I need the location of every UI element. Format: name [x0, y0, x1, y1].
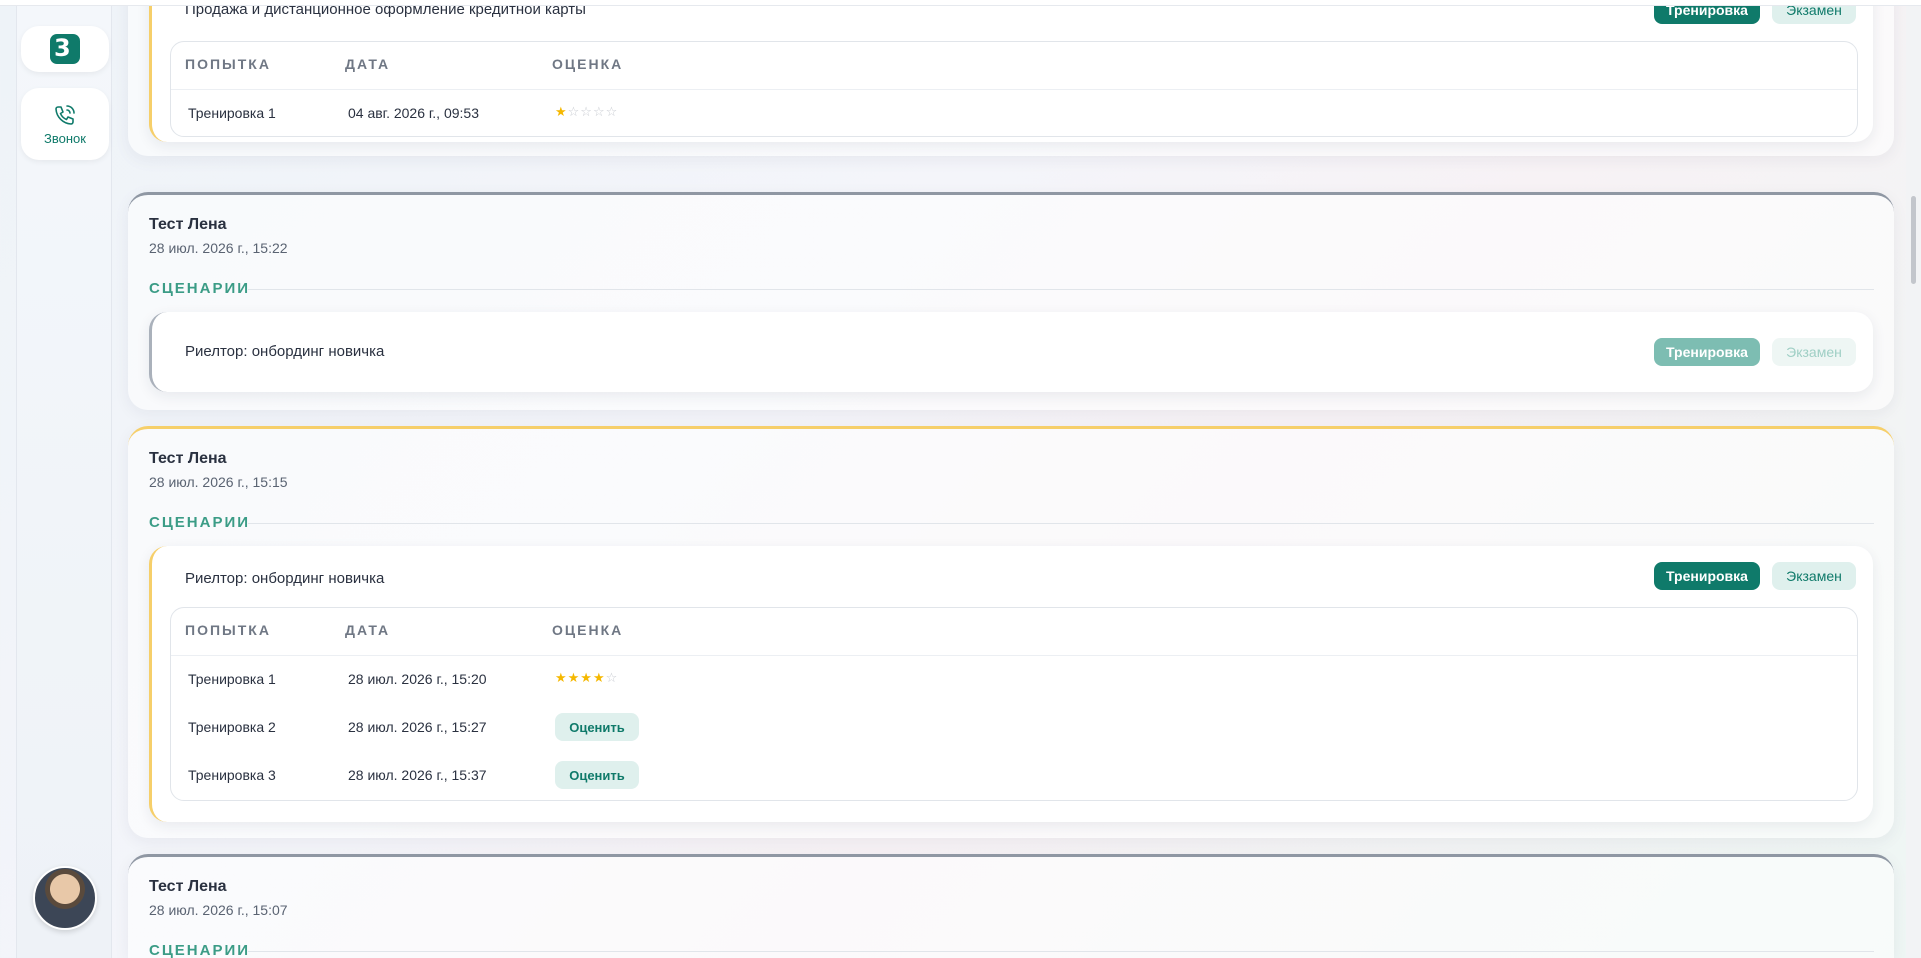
rating-stars: ★☆☆☆☆ [555, 105, 619, 120]
exam-button[interactable]: Экзамен [1772, 338, 1856, 366]
attempts-table: ПОПЫТКА ДАТА ОЦЕНКА Тренировка 1 28 июл.… [170, 607, 1858, 801]
section-divider [248, 289, 1874, 290]
attempt-name[interactable]: Тренировка 3 [188, 767, 276, 783]
session-card: Тест Лена 28 июл. 2026 г., 15:22 СЦЕНАРИ… [128, 192, 1894, 410]
col-date: ДАТА [345, 622, 391, 638]
call-button[interactable]: Звонок [21, 88, 109, 160]
col-attempt: ПОПЫТКА [185, 56, 271, 72]
section-divider [248, 951, 1874, 952]
section-title: СЦЕНАРИИ [149, 280, 251, 297]
session-title: Тест Лена [149, 450, 227, 467]
rate-button[interactable]: Оценить [555, 761, 639, 789]
attempt-date: 28 июл. 2026 г., 15:37 [348, 767, 487, 783]
logo-button[interactable]: 3 [21, 26, 109, 72]
attempt-name[interactable]: Тренировка 1 [188, 105, 276, 121]
call-label: Звонок [44, 130, 86, 146]
session-card: Тест Лена 28 июл. 2026 г., 15:07 СЦЕНАРИ… [128, 854, 1894, 958]
col-rating: ОЦЕНКА [552, 56, 624, 72]
scenario-name: Риелтор: онбординг новичка [185, 343, 385, 360]
col-attempt: ПОПЫТКА [185, 622, 271, 638]
section-title: СЦЕНАРИИ [149, 514, 251, 531]
session-title: Тест Лена [149, 878, 227, 895]
logo-icon: 3 [50, 34, 80, 64]
header-divider [171, 655, 1857, 656]
attempt-date: 28 июл. 2026 г., 15:20 [348, 671, 487, 687]
training-button[interactable]: Тренировка [1654, 338, 1760, 366]
scenario-block: Риелтор: онбординг новичка Тренировка Эк… [149, 312, 1873, 392]
session-date: 28 июл. 2026 г., 15:07 [149, 902, 288, 918]
attempt-name[interactable]: Тренировка 1 [188, 671, 276, 687]
scrollbar-thumb[interactable] [1911, 196, 1916, 284]
session-date: 28 июл. 2026 г., 15:22 [149, 240, 288, 256]
rate-button[interactable]: Оценить [555, 713, 639, 741]
user-avatar[interactable] [33, 866, 97, 930]
attempt-name[interactable]: Тренировка 2 [188, 719, 276, 735]
phone-icon [55, 104, 75, 125]
page-scrollbar[interactable] [1906, 6, 1921, 958]
attempt-date: 04 авг. 2026 г., 09:53 [348, 105, 479, 121]
scenario-name: Риелтор: онбординг новичка [185, 570, 385, 587]
training-button[interactable]: Тренировка [1654, 562, 1760, 590]
session-title: Тест Лена [149, 216, 227, 233]
scenario-block: Продажа и дистанционное оформление креди… [149, 0, 1873, 142]
top-border [0, 0, 1921, 6]
session-card: Тест Лена 28 июл. 2026 г., 15:15 СЦЕНАРИ… [128, 426, 1894, 838]
section-title: СЦЕНАРИИ [149, 942, 251, 958]
col-date: ДАТА [345, 56, 391, 72]
sidebar: 3 Звонок [16, 6, 112, 958]
session-date: 28 июл. 2026 г., 15:15 [149, 474, 288, 490]
attempt-date: 28 июл. 2026 г., 15:27 [348, 719, 487, 735]
header-divider [171, 89, 1857, 90]
rating-stars: ★★★★☆ [555, 671, 619, 686]
col-rating: ОЦЕНКА [552, 622, 624, 638]
attempts-table: ПОПЫТКА ДАТА ОЦЕНКА Тренировка 1 04 авг.… [170, 41, 1858, 137]
section-divider [248, 523, 1874, 524]
exam-button[interactable]: Экзамен [1772, 562, 1856, 590]
scenario-block: Риелтор: онбординг новичка Тренировка Эк… [149, 546, 1873, 822]
session-card: Продажа и дистанционное оформление креди… [128, 0, 1894, 156]
